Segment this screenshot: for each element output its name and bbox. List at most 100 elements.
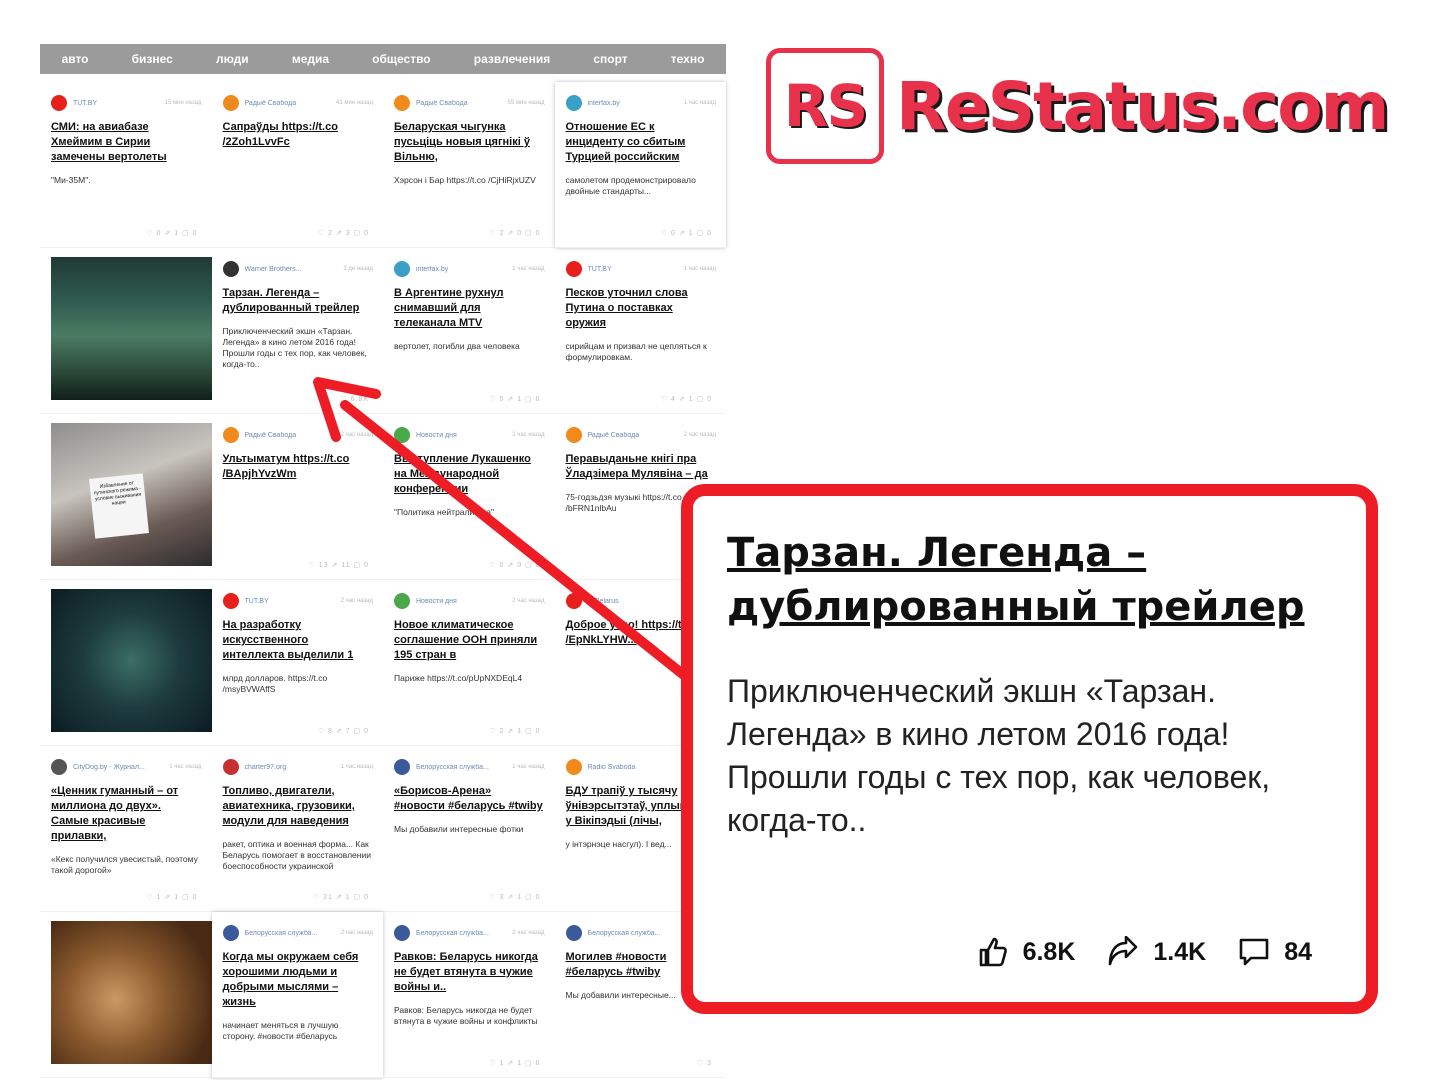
card-image[interactable]	[40, 912, 212, 1078]
source-name[interactable]: TUT.BY	[588, 266, 680, 273]
card-stats[interactable]: ♡ 2 ⇗ 3 ▢ 0	[318, 229, 369, 237]
card-title-link[interactable]: «Ценник гуманный – от миллиона до двух».…	[51, 784, 202, 844]
card-title-link[interactable]: СМИ: на авиабазе Хмеймим в Сирии замечен…	[51, 120, 202, 165]
source-icon	[565, 925, 582, 941]
card-title-link[interactable]: Когда мы окружаем себя хорошими людьми и…	[223, 950, 374, 1010]
news-card[interactable]: TUT.BY 1 час назад Песков уточнил слова Пу…	[554, 248, 726, 414]
card-header: Белорусская служба... 1 час назад	[394, 758, 545, 776]
card-stats[interactable]: ♡ 3 ⇗ 1 ▢ 0	[489, 893, 540, 901]
nav-item[interactable]: бизнес	[132, 52, 173, 66]
card-stats[interactable]: ♡ 3	[697, 1059, 712, 1067]
news-card[interactable]: Радыё Свабода 2 час назад Ультыматум https…	[211, 414, 383, 580]
like-count: 6.8K	[1022, 937, 1076, 966]
nav-item[interactable]: люди	[216, 52, 249, 66]
news-card[interactable]: Белорусская служба... 2 час назад Когда мы…	[211, 912, 383, 1078]
source-name[interactable]: interfax.by	[588, 100, 680, 107]
card-header: Новости дня 2 час назад	[394, 426, 545, 444]
source-name[interactable]: Радыё Свабода	[245, 100, 333, 107]
card-title-link[interactable]: В Аргентине рухнул снимавший для телекан…	[394, 286, 545, 331]
news-card[interactable]: Белорусская служба... 2 час назад Равков: …	[383, 912, 555, 1078]
news-card[interactable]: charter97.org 1 час назад Топливо, двигате…	[211, 746, 383, 912]
source-name[interactable]: charter97.org	[245, 764, 337, 771]
post-time: 1 час назад	[683, 266, 716, 272]
source-name[interactable]: Новости дня	[416, 432, 508, 439]
card-title-link[interactable]: Песков уточнил слова Путина о поставках …	[566, 286, 717, 331]
card-stats[interactable]: ♡ 8 ⇗ 7 ▢ 0	[318, 727, 369, 735]
card-title-link[interactable]: Ультыматум https://t.co /BApjhYvzWm	[223, 452, 374, 482]
source-name[interactable]: TUT.BY	[245, 598, 337, 605]
card-title-link[interactable]: Выступление Лукашенко на Международной к…	[394, 452, 545, 497]
coffee-thumbnail[interactable]	[51, 921, 212, 1064]
card-stats[interactable]: ♡ 1 ⇗ 1 ▢ 0	[489, 1059, 540, 1067]
card-image[interactable]: Избавление от путинского режима - услови…	[40, 414, 212, 580]
news-card[interactable]: TUT.BY 2 час назад На разработку искусстве…	[211, 580, 383, 746]
card-excerpt: начинает меняться в лучшую сторону. #нов…	[222, 1020, 339, 1041]
source-name[interactable]: Радыё Свабода	[588, 432, 680, 439]
share-stat[interactable]: 1.4K	[1107, 936, 1206, 968]
card-title-link[interactable]: Сапраўды https://t.co /2Zoh1LvvFc	[223, 120, 374, 150]
card-excerpt: Приключенческий экшн «Тарзан. Легенда» в…	[222, 326, 367, 369]
card-stats[interactable]: ♡ 21 ⇗ 1 ▢ 0	[313, 893, 369, 901]
card-excerpt: самолетом продемонстрировало двойные ста…	[565, 175, 696, 196]
source-icon	[394, 261, 410, 277]
card-header: TUT.BY 2 час назад	[222, 592, 373, 610]
card-title-link[interactable]: Новое климатическое соглашение ООН приня…	[394, 618, 545, 663]
logo-name: ReStatus.com	[896, 67, 1389, 145]
card-excerpt: "Политика нейтралитета"	[394, 507, 495, 517]
source-name[interactable]: Новости дня	[416, 598, 508, 605]
comment-stat[interactable]: 84	[1238, 936, 1312, 968]
card-title-link[interactable]: Топливо, двигатели, авиатехника, грузови…	[223, 784, 374, 829]
source-name[interactable]: Белорусская служба...	[416, 930, 508, 937]
card-stats[interactable]: ♡ 4 ⇗ 1 ▢ 0	[661, 395, 712, 403]
news-card[interactable]: Новости дня 2 час назад Выступление Лукаше…	[383, 414, 555, 580]
nav-item[interactable]: авто	[62, 52, 89, 66]
card-stats[interactable]: ♡ 0 ⇗ 1 ▢ 0	[661, 229, 712, 237]
card-stats[interactable]: ♡ 0 ⇗ 1 ▢ 0	[146, 229, 197, 237]
ai-face-thumbnail[interactable]	[51, 589, 212, 732]
card-stats[interactable]: ♡ 0 ⇗ 1 ▢ 0	[489, 395, 540, 403]
callout-title[interactable]: Тарзан. Легенда – дублированный трейлер	[727, 526, 1332, 634]
card-image[interactable]	[40, 580, 212, 746]
card-stats[interactable]: ♡ 0 ⇗ 0 ▢ 0	[489, 561, 540, 569]
source-name[interactable]: CityDog.by - Журнал...	[73, 764, 165, 771]
source-name[interactable]: TUT.BY	[73, 100, 161, 107]
card-stats[interactable]: ♡ 13 ⇗ 11 ▢ 0	[309, 561, 369, 569]
card-title-link[interactable]: Отношение ЕС к инциденту со сбитым Турци…	[566, 120, 717, 165]
source-name[interactable]: Радыё Свабода	[416, 100, 504, 107]
news-card[interactable]: Радыё Свабода 41 мин назад Сапраўды https:…	[211, 82, 383, 248]
news-card[interactable]: Warner Brothers... 3 дн назад Тарзан. Леге…	[211, 248, 383, 414]
source-name[interactable]: Радыё Свабода	[245, 432, 337, 439]
nav-item[interactable]: медиа	[292, 52, 329, 66]
nav-item[interactable]: спорт	[593, 52, 627, 66]
card-stats[interactable]: ♡ 2 ⇗ 1 ▢ 0	[489, 727, 540, 735]
card-stats[interactable]: ♡ 1 ⇗ 1 ▢ 0	[146, 893, 197, 901]
card-title-link[interactable]: На разработку искусственного интеллекта …	[223, 618, 374, 663]
news-card[interactable]: CityDog.by - Журнал... 1 час назад «Ценник…	[40, 746, 212, 912]
news-card[interactable]: Радыё Свабода 55 мин назад Беларуская чыгу…	[383, 82, 555, 248]
card-title-link[interactable]: «Борисов-Арена» #новости #беларусь #twib…	[394, 784, 545, 814]
source-icon	[394, 95, 410, 111]
source-name[interactable]: Warner Brothers...	[245, 266, 340, 273]
post-time: 15 мин назад	[164, 100, 202, 106]
news-card[interactable]: TUT.BY 15 мин назад СМИ: на авиабазе Хмейм…	[40, 82, 212, 248]
like-stat[interactable]: 6.8K	[977, 936, 1076, 968]
card-header: TUT.BY 1 час назад	[565, 260, 716, 278]
card-image[interactable]	[40, 248, 212, 414]
card-title-link[interactable]: Перавыданьне кнігі пра Ўладзімера Муляві…	[566, 452, 717, 482]
news-card[interactable]: interfax.by 1 час назад Отношение ЕС к инц…	[554, 82, 726, 248]
nav-item[interactable]: техно	[671, 52, 705, 66]
nav-item[interactable]: развлечения	[474, 52, 550, 66]
tarzan-thumbnail[interactable]	[51, 257, 212, 400]
card-stats[interactable]: ♡ 6.8K	[340, 395, 369, 403]
source-name[interactable]: Белорусская служба...	[416, 764, 508, 771]
nav-item[interactable]: общество	[372, 52, 430, 66]
card-stats[interactable]: ♡ 2 ⇗ 0 ▢ 0	[489, 229, 540, 237]
news-card[interactable]: interfax.by 1 час назад В Аргентине рухнул…	[383, 248, 555, 414]
card-title-link[interactable]: Беларуская чыгунка пусьціць новыя цягнік…	[394, 120, 545, 165]
source-name[interactable]: Белорусская служба...	[245, 930, 337, 937]
card-title-link[interactable]: Равков: Беларусь никогда не будет втянут…	[394, 950, 545, 995]
news-card[interactable]: Новости дня 2 час назад Новое климатическо…	[383, 580, 555, 746]
source-name[interactable]: interfax.by	[416, 266, 508, 273]
news-card[interactable]: Белорусская служба... 1 час назад «Борисов…	[383, 746, 555, 912]
card-title-link[interactable]: Тарзан. Легенда – дублированный трейлер	[223, 286, 374, 316]
